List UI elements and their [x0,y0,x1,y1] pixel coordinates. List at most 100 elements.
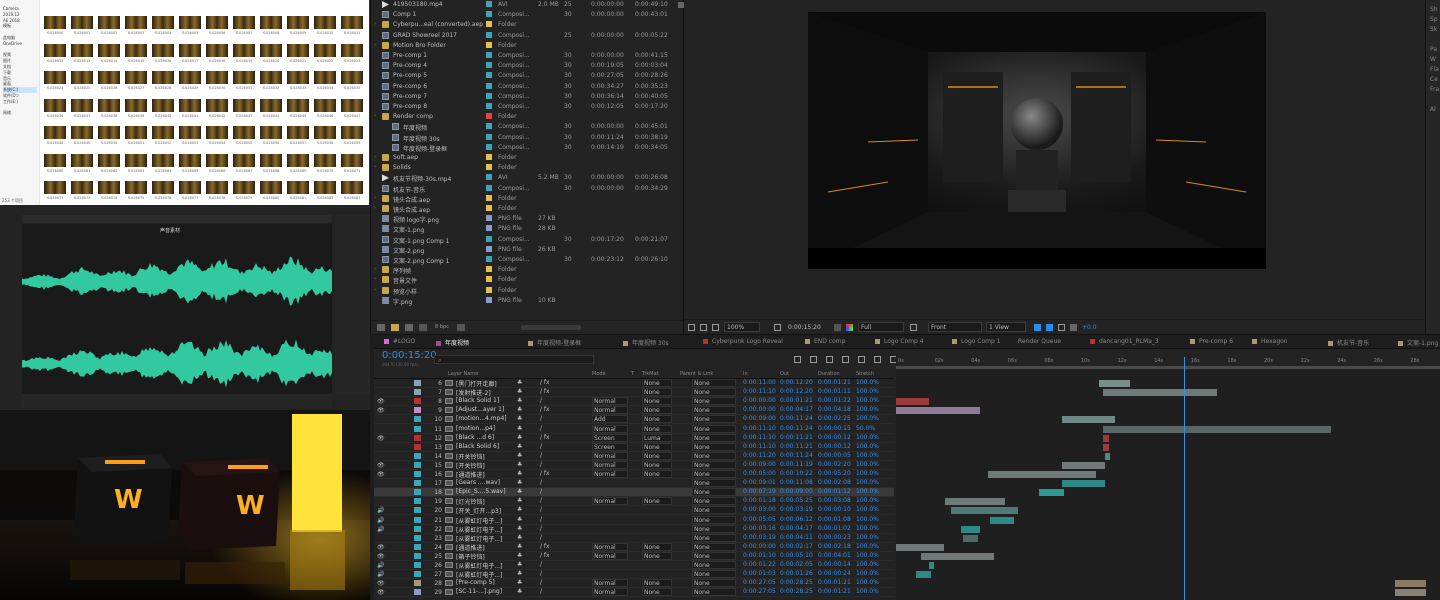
label-color[interactable] [486,72,492,79]
time-ruler[interactable]: 0s 02s 04s 06s 08s 10s 12s 14s 16s 18s 20s 22s 24s 26… [896,353,1440,370]
layer-label-color[interactable] [414,543,421,550]
color-channel-icon[interactable] [846,324,853,331]
visibility-toggle-icon[interactable]: 👁 [377,435,385,442]
layer-row[interactable]: 👁 8 [Black Solid 1] ♣ / Normal None None 0:00:00… [374,397,894,407]
camera-icon[interactable] [834,324,841,331]
parent-dropdown[interactable]: None [692,588,736,597]
layer-row[interactable]: 👁 15 [开关铃铛] ♣ / Normal None None 0:00:09:00 0:00:… [374,460,894,470]
layer-duration[interactable]: 0:00:01:08 [818,516,851,523]
project-item[interactable]: › 序列帧 Folder [371,265,683,275]
project-item[interactable]: 文案-1.png Comp 1 Composi... 30 0:00:17:20 0:0… [371,235,683,245]
layer-duration[interactable]: 0:00:05:20 [818,470,851,477]
nav-item[interactable]: 工作(E:) [3,99,18,105]
layer-stretch[interactable]: 100.0% [856,406,879,413]
layer-track-area[interactable] [896,370,1440,600]
motion-blur-icon[interactable] [858,356,865,363]
file-thumbnail[interactable] [125,181,147,194]
layer-name[interactable]: [SC-11-...].png] [456,588,502,595]
track-matte-dropdown[interactable]: None [642,406,672,415]
blend-mode-dropdown[interactable]: Normal [592,451,628,460]
parent-dropdown[interactable]: None [692,533,736,542]
layer-label-color[interactable] [414,525,421,532]
layer-row[interactable]: 👁 25 [箱子铃铛] ♣ / fx Normal None None 0:00:01:10 0:… [374,551,894,561]
layer-duration[interactable]: 0:00:00:15 [818,425,851,432]
layer-stretch[interactable]: 100.0% [856,497,879,504]
audio-waveform-view[interactable] [22,224,332,394]
label-color[interactable] [486,215,492,222]
layer-stretch[interactable]: 100.0% [856,443,879,450]
header-trkmat[interactable]: TrkMat [642,371,659,377]
layer-label-color[interactable] [414,461,421,468]
layer-name[interactable]: [从雾虹灯电子...] [456,534,502,543]
layer-row[interactable]: 👁 28 [Pre-comp 5] ♣ / Normal None None 0:00:27:0… [374,579,894,589]
blend-mode-dropdown[interactable]: Screen [592,433,628,442]
viewer-lock-icon[interactable] [678,2,684,8]
layer-label-color[interactable] [414,452,421,459]
label-color[interactable] [486,1,492,7]
layer-duration[interactable]: 0:00:04:01 [818,552,851,559]
file-thumbnail[interactable] [152,71,174,84]
layer-out-time[interactable]: 0:00:01:21 [780,397,813,404]
header-mode[interactable]: Mode [592,371,606,377]
timeline-tab[interactable]: #LOGO [384,338,415,345]
track-matte-dropdown[interactable]: None [642,397,672,406]
layer-label-color[interactable] [414,416,421,423]
parent-dropdown[interactable]: None [692,433,736,442]
timeline-tab[interactable]: Logo Comp 4 [875,338,924,345]
view-layout-dropdown[interactable]: 1 View [986,322,1026,332]
layer-row[interactable]: 23 [从雾虹灯电子...] ♣ / None 0:00:03:19 0:00:04:11 0… [374,533,894,543]
expand-arrow[interactable]: › [374,42,376,48]
label-color[interactable] [486,154,492,160]
label-color[interactable] [486,205,492,211]
layer-row[interactable]: 🔊 27 [从雾虹灯电子...] ♣ / None 0:00:01:03 0:00:01:26… [374,570,894,580]
layer-out-time[interactable]: 0:00:28:25 [780,588,813,595]
project-item[interactable]: › Solids Folder [371,163,683,173]
file-thumbnail[interactable] [233,153,255,167]
file-thumbnail[interactable] [260,153,282,167]
viewer-timecode[interactable]: 0:00:15:20 [788,324,821,331]
parent-dropdown[interactable]: None [692,488,736,497]
layer-duration[interactable]: 0:00:02:20 [818,461,851,468]
label-color[interactable] [486,133,492,140]
audio-time-ruler[interactable] [22,215,332,223]
label-color[interactable] [486,123,492,130]
shy-switch-icon[interactable]: ♣ [517,588,522,595]
label-color[interactable] [486,184,492,191]
file-thumbnail[interactable] [179,153,201,167]
file-thumbnail[interactable] [44,181,66,194]
layer-row[interactable]: 🔊 20 [开关_灯开...p3] ♣ / None 0:00:03:00 0:00:03:1… [374,506,894,516]
layer-stretch[interactable]: 100.0% [856,470,879,477]
blend-mode-dropdown[interactable]: Normal [592,460,628,469]
file-thumbnail[interactable] [260,16,282,29]
layer-in-time[interactable]: 0:00:01:18 [743,497,776,504]
label-color[interactable] [486,266,492,273]
layer-duration-bar[interactable] [1098,380,1131,387]
new-folder-icon[interactable] [391,324,399,331]
layer-in-time[interactable]: 0:00:11:10 [743,443,776,450]
always-preview-icon[interactable] [688,324,695,331]
quality-switch-icon[interactable]: / [540,425,542,432]
layer-out-time[interactable]: 0:00:09:00 [780,488,813,495]
track-matte-dropdown[interactable]: None [642,470,672,478]
zoom-dropdown[interactable]: 100% [724,322,760,332]
project-item[interactable]: 419503180.mp4 AVI 2.0 MB 25 0:00:00:00 0:00:4… [371,0,683,10]
layer-stretch[interactable]: 100.0% [856,488,879,495]
new-comp-icon[interactable] [405,324,413,331]
nav-item[interactable]: 2019.12 [3,12,20,17]
project-item[interactable]: 机友节视频-30s.mp4 AVI 5.2 MB 30 0:00:00:00 0:00:2… [371,173,683,183]
label-color[interactable] [486,52,492,58]
file-thumbnail[interactable] [287,181,309,194]
work-area-bar[interactable] [896,366,1440,369]
file-thumbnail[interactable] [179,181,201,194]
project-item[interactable]: 字.png PNG file 10 KB [371,296,683,306]
layer-name[interactable]: [Epic_S....5.wav] [456,488,506,495]
layer-out-time[interactable]: 0:00:04:17 [780,406,813,413]
file-thumbnail[interactable] [179,126,201,139]
layer-label-color[interactable] [414,443,421,450]
header-out[interactable]: Out [780,371,789,377]
frame-blending-icon[interactable] [842,356,849,363]
layer-row[interactable]: 10 [motion...4.mp4] ♣ / Add None None 0:00:09:0… [374,415,894,425]
file-thumbnail[interactable] [179,43,201,57]
layer-duration[interactable]: 0:00:01:21 [818,588,851,595]
file-thumbnail[interactable] [341,16,363,29]
